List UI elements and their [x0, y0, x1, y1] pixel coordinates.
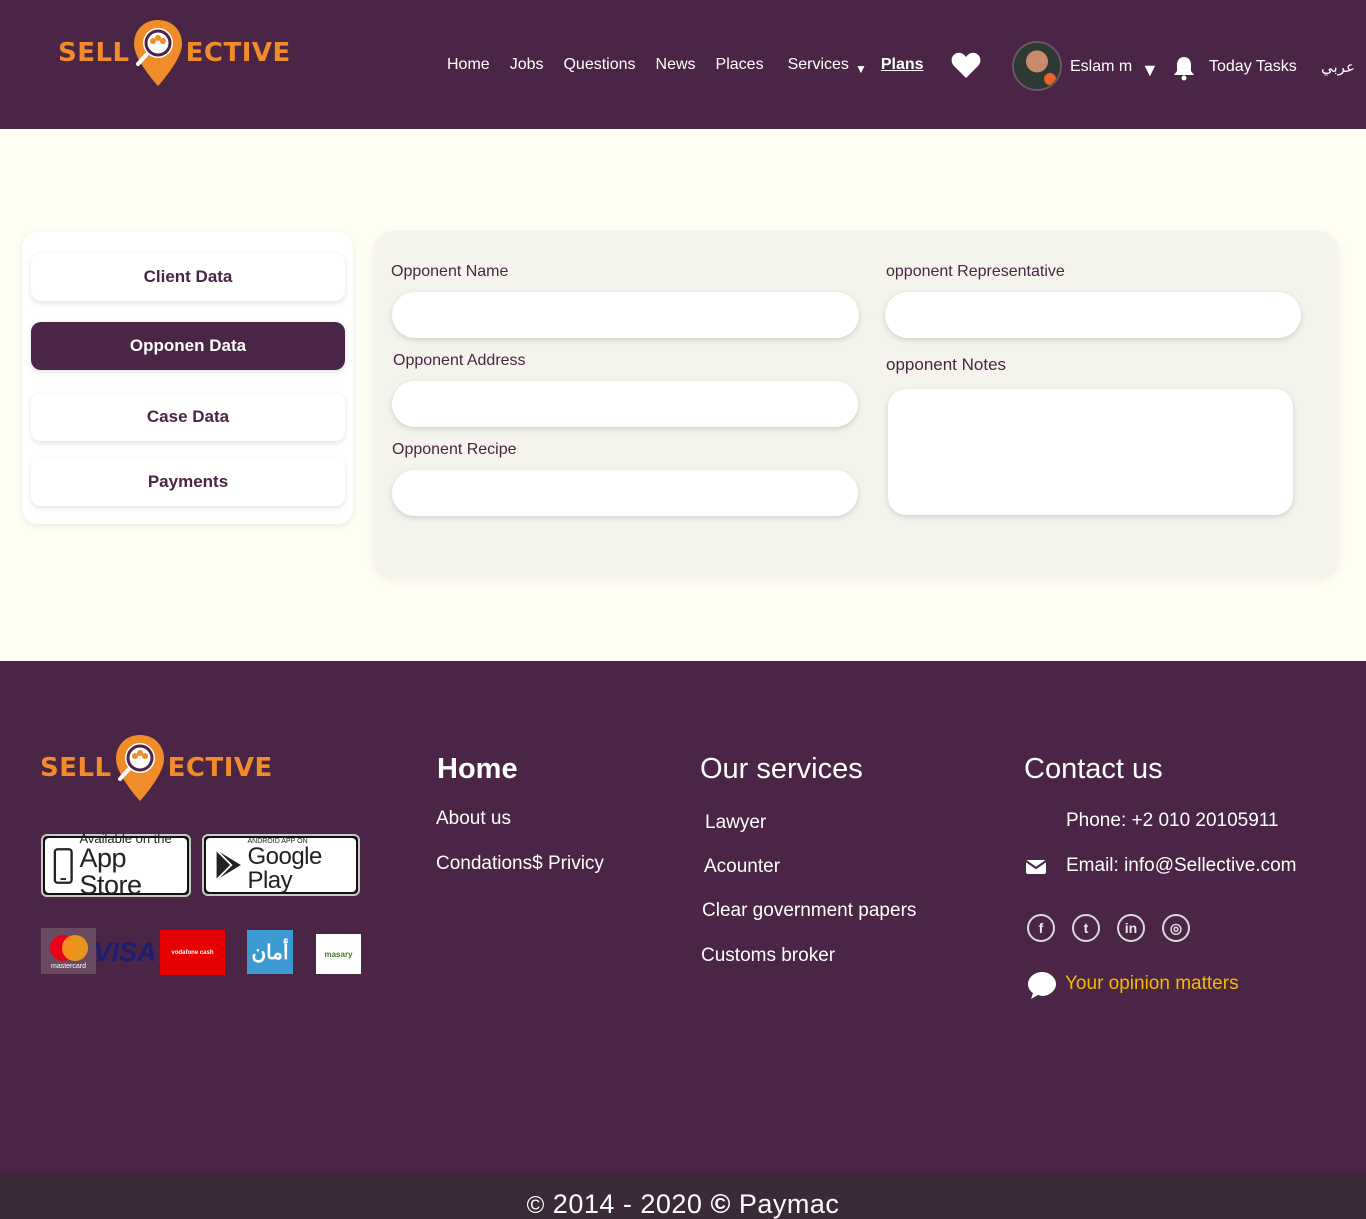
sidebar-item-client-data[interactable]: Client Data — [31, 253, 345, 301]
footer-services-heading: Our services — [700, 753, 863, 785]
opponent-representative-input[interactable] — [885, 292, 1301, 338]
today-tasks-link[interactable]: Today Tasks — [1209, 58, 1297, 76]
nav-questions[interactable]: Questions — [563, 56, 635, 74]
conditions-privacy-link[interactable]: Condations$ Privicy — [436, 853, 604, 875]
app-store-badge[interactable]: Available on the App Store — [41, 832, 191, 899]
google-play-badge[interactable]: ANDROID APP ON Google Play — [202, 834, 360, 896]
avatar[interactable] — [1012, 41, 1062, 91]
opponent-notes-label: opponent Notes — [886, 355, 1007, 374]
sidebar-item-case-data[interactable]: Case Data — [31, 393, 345, 441]
opponent-address-label: Opponent Address — [393, 352, 526, 369]
mastercard-logo: mastercard — [41, 928, 96, 974]
footer-contact-heading: Contact us — [1024, 753, 1163, 785]
nav-jobs[interactable]: Jobs — [510, 56, 544, 74]
user-name[interactable]: Eslam m — [1070, 58, 1132, 76]
chevron-down-icon[interactable]: ▼ — [1141, 60, 1159, 81]
copyright-icon: © — [526, 1192, 545, 1219]
service-customs-broker-link[interactable]: Customs broker — [701, 945, 835, 967]
opponent-address-input[interactable] — [392, 381, 858, 427]
opinion-link[interactable]: Your opinion matters — [1065, 973, 1239, 995]
nav-places[interactable]: Places — [716, 56, 764, 74]
opponent-representative-label: opponent Representative — [886, 263, 1065, 280]
service-lawyer-link[interactable]: Lawyer — [705, 812, 766, 834]
copyright-icon: © — [710, 1189, 731, 1219]
footer-brand-logo[interactable]: SELL ECTIVE — [40, 733, 273, 803]
brand-logo[interactable]: SELL ECTIVE — [58, 18, 291, 88]
nav-home[interactable]: Home — [447, 56, 490, 74]
location-pin-icon — [132, 18, 184, 88]
main-nav: Home Jobs Questions News Places Services… — [447, 56, 944, 76]
phone-text: Phone: +2 010 20105911 — [1066, 810, 1279, 831]
linkedin-icon[interactable]: in — [1117, 914, 1145, 942]
copyright-text: © 2014 - 2020 © Paymac — [526, 1189, 840, 1219]
location-pin-icon — [114, 733, 166, 803]
play-icon — [215, 849, 241, 881]
sidebar-item-payments[interactable]: Payments — [31, 458, 345, 506]
opponent-recipe-input[interactable] — [392, 470, 858, 516]
about-us-link[interactable]: About us — [436, 808, 511, 830]
chevron-down-icon: ▼ — [854, 62, 867, 76]
opponent-recipe-label: Opponent Recipe — [392, 441, 517, 458]
opponent-notes-textarea[interactable] — [888, 389, 1293, 515]
masary-logo: masary — [316, 934, 361, 974]
vodafone-cash-logo: vodafone cash — [160, 930, 225, 975]
email-text[interactable]: Email: info@Sellective.com — [1066, 855, 1296, 877]
chat-bubble-icon[interactable] — [1027, 970, 1057, 1005]
phone-icon — [53, 847, 73, 884]
sidebar-item-opponent-data[interactable]: Opponen Data — [31, 322, 345, 370]
aman-logo: أمان — [247, 930, 293, 974]
twitter-icon[interactable]: t — [1072, 914, 1100, 942]
facebook-icon[interactable]: f — [1027, 914, 1055, 942]
envelope-icon — [1025, 858, 1047, 881]
nav-plans[interactable]: Plans — [881, 56, 924, 74]
service-accounter-link[interactable]: Acounter — [704, 856, 780, 878]
dribbble-icon[interactable]: ◎ — [1162, 914, 1190, 942]
bell-icon[interactable] — [1172, 55, 1196, 86]
language-switch[interactable]: عربي — [1321, 58, 1355, 76]
service-government-papers-link[interactable]: Clear government papers — [702, 900, 916, 922]
heart-icon[interactable] — [951, 51, 981, 84]
nav-news[interactable]: News — [656, 56, 696, 74]
top-navbar: SELL ECTIVE Home Jobs Questions News Pla… — [0, 0, 1366, 129]
opponent-name-input[interactable] — [392, 292, 859, 338]
opponent-name-label: Opponent Name — [391, 263, 509, 280]
section-menu: Client Data Opponen Data Case Data Payme… — [22, 232, 353, 524]
nav-services[interactable]: Services ▼ — [788, 56, 867, 76]
visa-logo: VISA — [93, 936, 157, 967]
footer-home-heading[interactable]: Home — [437, 753, 518, 786]
